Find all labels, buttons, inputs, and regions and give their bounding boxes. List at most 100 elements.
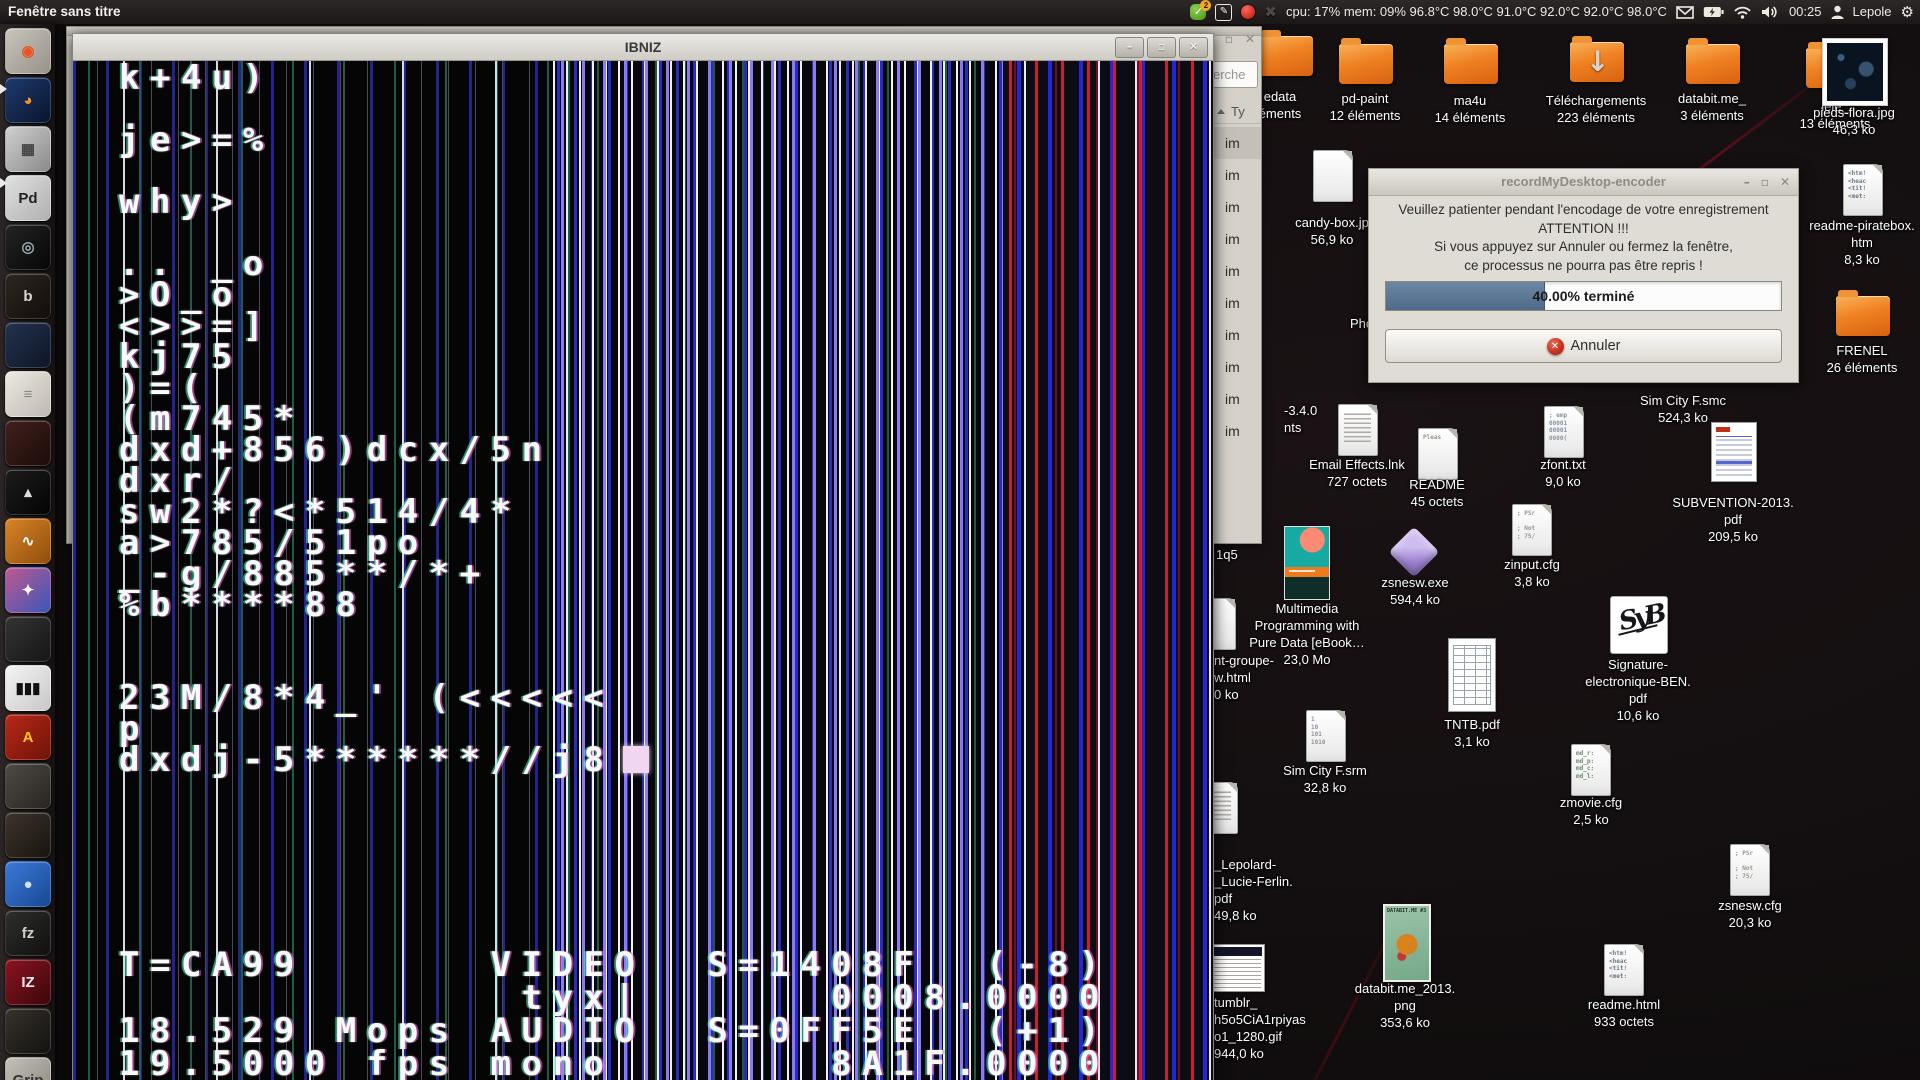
- desktop-label-zfont-txt: zfont.txt 9,0 ko: [1540, 457, 1586, 489]
- desktop-label-zsnesw-exe: zsnesw.exe 594,4 ko: [1381, 575, 1449, 607]
- dock-icon-ubuntu[interactable]: ◉: [5, 28, 51, 74]
- desktop-icon-frenel[interactable]: [1836, 290, 1890, 336]
- dock-icon-calculator[interactable]: ▦: [5, 126, 51, 172]
- desktop-icon-sim-city-srm[interactable]: [1306, 710, 1346, 762]
- desktop-icon-ma4u[interactable]: [1444, 38, 1498, 84]
- dock-icon-light-app[interactable]: ≡: [5, 371, 51, 417]
- file-row[interactable]: im: [1211, 351, 1261, 383]
- file-manager-visible-sliver: ▫ ✕ erche Ty im im im im im im im im im im: [1208, 27, 1261, 543]
- desktop-label-tntb-pdf: TNTB.pdf 3,1 ko: [1444, 717, 1500, 749]
- desktop-label-databit-2013-png: databit.me_2013. png 353,6 ko: [1354, 981, 1456, 1030]
- battery-icon[interactable]: [1703, 6, 1724, 18]
- cancel-button[interactable]: ✕ Annuler: [1385, 329, 1782, 363]
- desktop-icon-pieds-flora-jpg[interactable]: [1822, 38, 1888, 106]
- dock-icon-navy-app[interactable]: [5, 322, 51, 368]
- recording-indicator-icon[interactable]: [1241, 5, 1256, 19]
- column-header-type[interactable]: Ty: [1211, 101, 1261, 124]
- dock-icon-grey-app[interactable]: [5, 763, 51, 809]
- desktop-icon-readme-piratebox[interactable]: [1843, 164, 1883, 216]
- desktop-icon-pd-paint[interactable]: [1339, 38, 1393, 84]
- session-user[interactable]: Lepole: [1853, 0, 1892, 24]
- file-row[interactable]: im: [1211, 159, 1261, 191]
- desktop-icon-zsnesw-exe[interactable]: [1388, 526, 1440, 578]
- ibniz-code-line: k+4u): [119, 61, 274, 98]
- desktop-icon-tntb-pdf[interactable]: [1448, 638, 1496, 712]
- dock-icon-darkred-app[interactable]: [5, 420, 51, 466]
- dock-icon-player[interactable]: ▴: [5, 469, 51, 515]
- file-row[interactable]: im: [1211, 319, 1261, 351]
- progress-label: 40.00% terminé: [1532, 288, 1635, 304]
- desktop-icon-zsnesw-cfg[interactable]: [1730, 844, 1770, 896]
- dock-icon-dark-app-2[interactable]: [5, 812, 51, 858]
- ibniz-status-readout: T=CA99 VIDEO S=1408F (-8) tyx| 0008.0000…: [119, 945, 1111, 1080]
- dock-icon-ardour[interactable]: A: [5, 714, 51, 760]
- ibniz-code-line: dxdj-5******//j8: [119, 743, 649, 777]
- desktop-icon-readme-html[interactable]: [1604, 944, 1644, 996]
- desktop-label-subvention-pdf: SUBVENTION-2013. pdf 209,5 ko: [1672, 495, 1794, 544]
- dock-icon-audio-orange[interactable]: ∿: [5, 518, 51, 564]
- desktop-icon-tumblr-gif[interactable]: [1209, 944, 1265, 992]
- file-row[interactable]: im: [1211, 415, 1261, 447]
- desktop-icon-zmovie-cfg[interactable]: [1571, 744, 1611, 796]
- desktop-label-frenel: FRENEL 26 éléments: [1826, 343, 1898, 375]
- minimize-icon[interactable]: –: [1744, 169, 1750, 195]
- dock-icon-dark-app-1[interactable]: [5, 616, 51, 662]
- desktop-icon-puredata-ebook[interactable]: [1284, 526, 1330, 600]
- dialog-titlebar[interactable]: recordMyDesktop-encoder – ▫ ✕: [1369, 169, 1798, 196]
- maximize-icon[interactable]: ▫: [1761, 169, 1769, 195]
- gear-icon[interactable]: ⚙: [1901, 0, 1914, 24]
- desktop-icon-subvention-pdf[interactable]: [1711, 422, 1757, 482]
- ibniz-titlebar[interactable]: IBNIZ – ▫ ✕: [73, 34, 1213, 61]
- compose-icon[interactable]: ✎: [1215, 3, 1233, 21]
- minimize-button[interactable]: –: [1115, 37, 1144, 58]
- wifi-icon[interactable]: [1733, 5, 1752, 19]
- desktop-label-tumblr-gif: tumblr_ h5o5CiA1rpiyas o1_1280.gif 944,0 ko: [1214, 995, 1306, 1061]
- close-button[interactable]: ✕: [1179, 37, 1208, 58]
- file-list: im im im im im im im im im im: [1211, 127, 1261, 447]
- dock-icon-ibniz-red[interactable]: IZ: [5, 959, 51, 1005]
- ibniz-code-line: 23M/8*4_' (<<<<<: [119, 678, 615, 718]
- desktop-icon-zfont-txt[interactable]: [1544, 406, 1584, 458]
- dock-icon-fz-app[interactable]: fz: [5, 910, 51, 956]
- ibniz-canvas[interactable]: k+4u) je>=% why>.. _o >O_o <>>=] kj75)=((m745…: [73, 61, 1213, 1080]
- desktop-label-databit-me-folder: databit.me_ 3 éléments: [1678, 91, 1746, 123]
- dock-icon-terminal[interactable]: b: [5, 273, 51, 319]
- maximize-button[interactable]: ▫: [1147, 37, 1176, 58]
- desktop-icon-signature-ben-pdf[interactable]: [1610, 596, 1668, 654]
- file-row[interactable]: im: [1211, 127, 1261, 159]
- close-icon[interactable]: ✕: [1245, 33, 1255, 45]
- desktop-icon-zinput-cfg[interactable]: [1512, 504, 1552, 556]
- desktop-icon-readme-plain[interactable]: [1418, 428, 1458, 480]
- clock[interactable]: 00:25: [1789, 0, 1822, 24]
- volume-icon[interactable]: [1761, 5, 1780, 19]
- dock-icon-multicolor-app[interactable]: ✦: [5, 567, 51, 613]
- desktop-label-pieds-flora-jpg: pieds-flora.jpg 46,3 ko: [1813, 105, 1895, 137]
- dock-icon-piano[interactable]: ▮▮▮: [5, 665, 51, 711]
- desktop-label-readme-piratebox: readme-piratebox. htm 8,3 ko: [1809, 218, 1915, 267]
- messaging-indicator-icon[interactable]: ✓ 2: [1190, 0, 1212, 20]
- desktop-icon-candy-box[interactable]: [1313, 150, 1353, 202]
- desktop-icon-databit-me-folder[interactable]: [1686, 38, 1740, 84]
- search-input[interactable]: erche: [1208, 61, 1258, 88]
- dock-icon-blue-app[interactable]: ●: [5, 861, 51, 907]
- sort-caret-icon: [1217, 105, 1225, 114]
- file-row[interactable]: im: [1211, 223, 1261, 255]
- desktop-icon-telechargements[interactable]: [1570, 36, 1624, 82]
- ibniz-code-editor[interactable]: k+4u) je>=% why>.. _o >O_o <>>=] kj75)=((m745…: [119, 61, 649, 777]
- workrave-icon[interactable]: ✖: [1264, 0, 1277, 24]
- file-row[interactable]: im: [1211, 287, 1261, 319]
- dock-icon-grip[interactable]: Grip: [5, 1057, 51, 1080]
- cancel-label: Annuler: [1570, 338, 1621, 354]
- file-row[interactable]: im: [1211, 255, 1261, 287]
- mail-icon[interactable]: [1676, 5, 1694, 19]
- desktop-icon-databit-2013-png[interactable]: [1383, 904, 1431, 982]
- dock-icon-camera[interactable]: ◎: [5, 224, 51, 270]
- desktop-icon-edata-folder[interactable]: [1259, 30, 1313, 76]
- file-row[interactable]: im: [1211, 191, 1261, 223]
- close-icon[interactable]: ✕: [1780, 169, 1790, 195]
- dock-icon-dark-app-3[interactable]: [5, 1008, 51, 1054]
- maximize-icon[interactable]: ▫: [1225, 33, 1233, 45]
- desktop-icon-email-effects[interactable]: [1338, 404, 1378, 456]
- file-row[interactable]: im: [1211, 383, 1261, 415]
- desktop-label-ma4u: ma4u 14 éléments: [1434, 93, 1506, 125]
